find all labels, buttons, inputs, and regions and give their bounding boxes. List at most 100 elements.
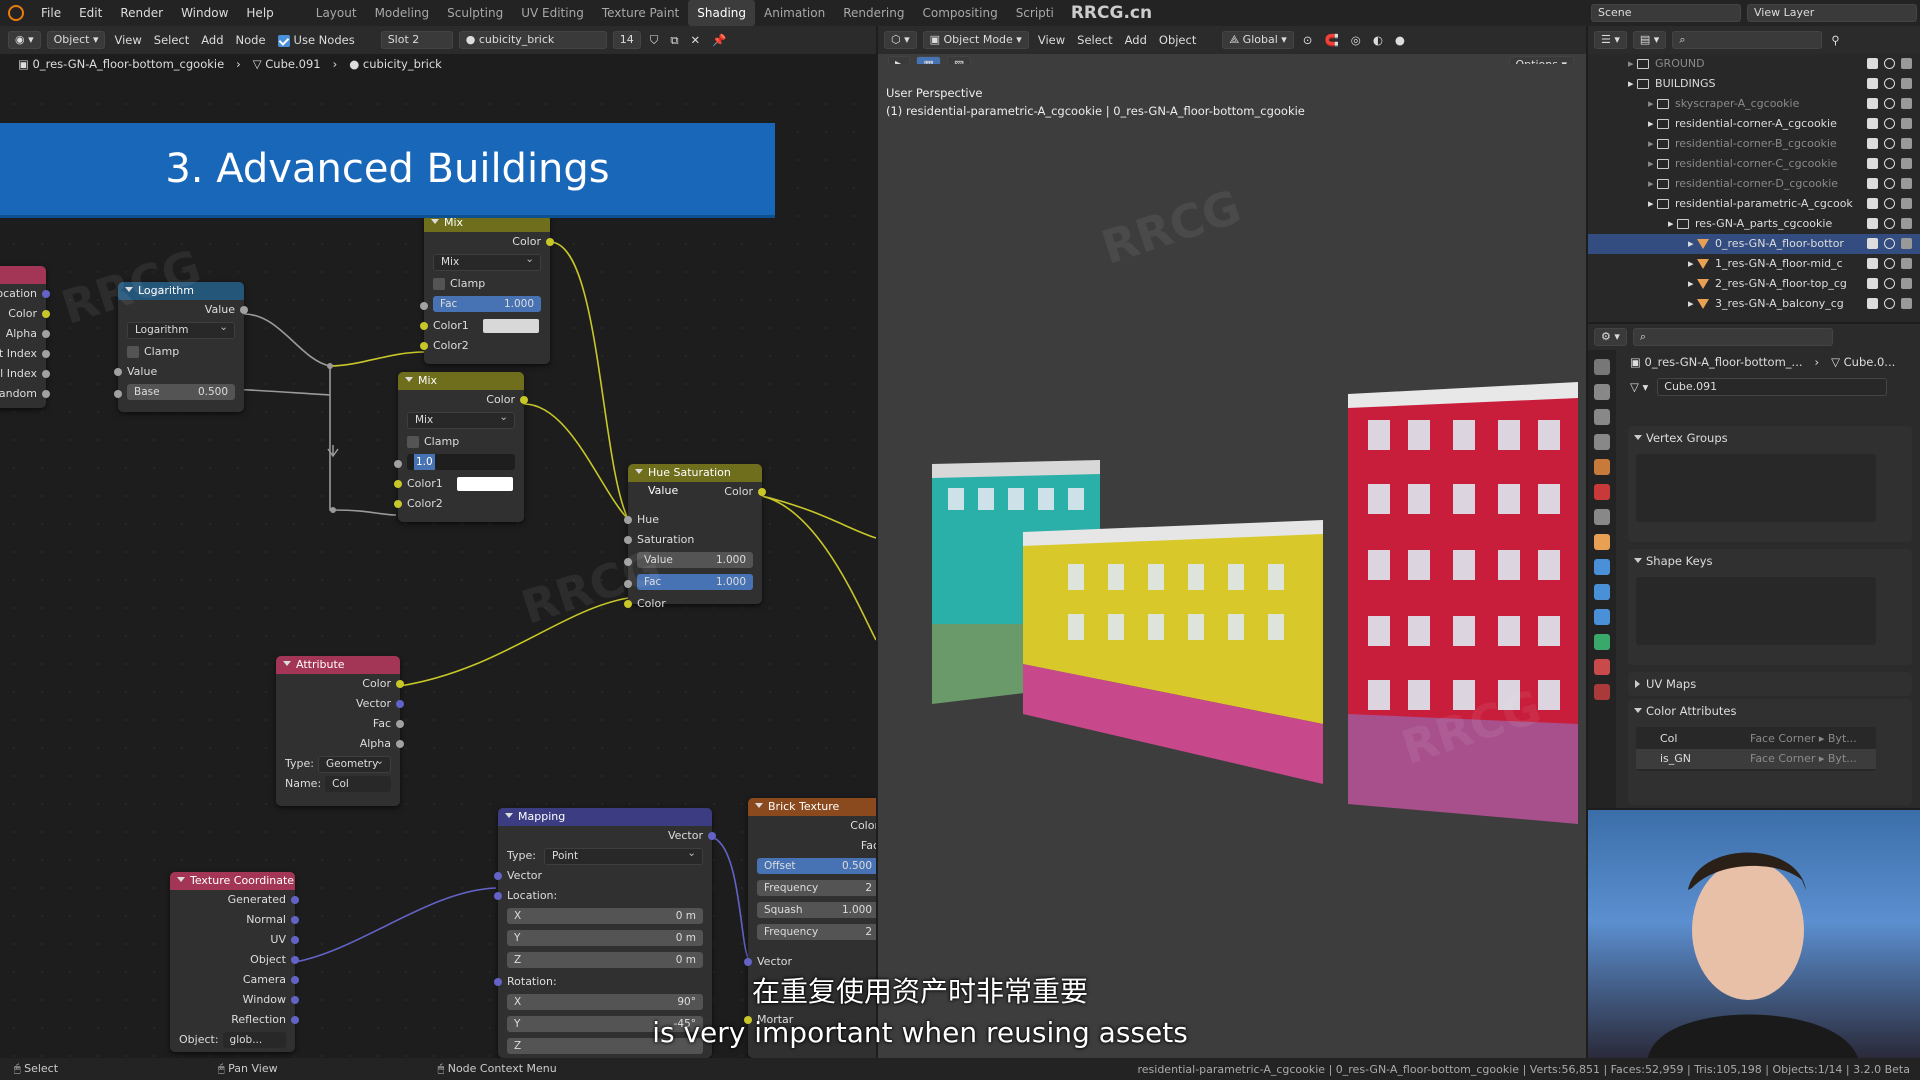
blender-logo-icon[interactable]: [8, 5, 24, 21]
pin-icon[interactable]: 📌: [706, 33, 732, 47]
outliner-row[interactable]: ▸ residential-corner-B_cgcookie: [1588, 134, 1920, 154]
menu-window[interactable]: Window: [172, 0, 237, 26]
hsv-value-field[interactable]: Value 1.000: [637, 552, 753, 568]
editor-type-button[interactable]: ◉ ▾: [8, 31, 41, 49]
transform-orientation-select[interactable]: ⟁ Global ▾: [1222, 31, 1294, 49]
camera-icon[interactable]: [1901, 198, 1912, 209]
mix2-color1-swatch[interactable]: [456, 477, 513, 491]
hsv-node-title[interactable]: Hue Saturation Value: [628, 464, 762, 497]
tab-compositing[interactable]: Compositing: [913, 0, 1006, 26]
proportional-edit-icon[interactable]: ◎: [1345, 33, 1367, 47]
camera-icon[interactable]: [1901, 238, 1912, 249]
slot-select[interactable]: Slot 2: [380, 31, 453, 49]
camera-icon[interactable]: [1901, 158, 1912, 169]
expand-arrow-icon[interactable]: ▸: [1628, 57, 1637, 70]
eye-icon[interactable]: [1884, 258, 1895, 269]
partial-object-info-node[interactable]: Location Color Alpha ct Index al Index R…: [0, 266, 50, 408]
expand-arrow-icon[interactable]: ▸: [1648, 97, 1657, 110]
outliner-editor-type-button[interactable]: ☰ ▾: [1594, 31, 1627, 49]
view-layer-selector[interactable]: View Layer: [1747, 4, 1917, 22]
eye-icon[interactable]: [1884, 238, 1895, 249]
use-nodes-toggle[interactable]: Use Nodes: [272, 33, 361, 47]
include-checkbox-icon[interactable]: [1867, 198, 1878, 209]
expand-arrow-icon[interactable]: ▸: [1648, 117, 1657, 130]
tool-tab-icon[interactable]: [1594, 359, 1610, 375]
viewport-menu-view[interactable]: View: [1032, 33, 1071, 47]
include-checkbox-icon[interactable]: [1867, 138, 1878, 149]
mix1-blend-select[interactable]: Mix: [433, 252, 541, 271]
outliner-row[interactable]: ▸ skyscraper-A_cgcookie: [1588, 94, 1920, 114]
node-editor-canvas[interactable]: Location Color Alpha ct Index al Index R…: [0, 90, 876, 1058]
mix1-fac-field[interactable]: Fac 1.000: [433, 296, 541, 312]
node-menu-node[interactable]: Node: [230, 33, 272, 47]
include-checkbox-icon[interactable]: [1867, 118, 1878, 129]
material-select[interactable]: ● cubicity_brick: [458, 31, 607, 49]
viewport-menu-select[interactable]: Select: [1071, 33, 1118, 47]
outliner-row[interactable]: ▸ 0_res-GN-A_floor-bottor: [1588, 234, 1920, 254]
clamp-checkbox[interactable]: Clamp: [118, 342, 244, 362]
world-tab-icon[interactable]: [1594, 484, 1610, 500]
eye-icon[interactable]: [1884, 138, 1895, 149]
camera-icon[interactable]: [1901, 98, 1912, 109]
outliner-search-input[interactable]: ⌕: [1672, 31, 1823, 49]
outliner-row[interactable]: ▸ BUILDINGS: [1588, 74, 1920, 94]
collection-tab-icon[interactable]: [1594, 509, 1610, 525]
expand-arrow-icon[interactable]: ▸: [1648, 137, 1657, 150]
shading-solid-icon[interactable]: ●: [1389, 33, 1411, 47]
include-checkbox-icon[interactable]: [1867, 278, 1878, 289]
mix1-clamp-checkbox[interactable]: Clamp: [424, 274, 550, 294]
vertex-groups-header[interactable]: Vertex Groups: [1628, 426, 1912, 450]
include-checkbox-icon[interactable]: [1867, 218, 1878, 229]
unlink-material-icon[interactable]: ✕: [685, 33, 707, 47]
tab-animation[interactable]: Animation: [755, 0, 834, 26]
location-x-field[interactable]: X0 m: [507, 908, 703, 924]
menu-help[interactable]: Help: [237, 0, 282, 26]
properties-search-input[interactable]: ⌕: [1632, 328, 1833, 346]
snap-icon[interactable]: 🧲: [1318, 33, 1344, 47]
attribute-name-field[interactable]: Col: [325, 776, 391, 792]
tab-modeling[interactable]: Modeling: [366, 0, 439, 26]
attribute-node-title[interactable]: Attribute: [276, 656, 400, 674]
texture-tab-icon[interactable]: [1594, 684, 1610, 700]
camera-icon[interactable]: [1901, 178, 1912, 189]
properties-editor-type-button[interactable]: ⚙ ▾: [1594, 328, 1627, 346]
tab-layout[interactable]: Layout: [307, 0, 366, 26]
pivot-icon[interactable]: ⊙: [1297, 33, 1319, 47]
include-checkbox-icon[interactable]: [1867, 98, 1878, 109]
texcoord-object-field[interactable]: glob...: [222, 1032, 286, 1048]
menu-file[interactable]: File: [32, 0, 70, 26]
include-checkbox-icon[interactable]: [1867, 158, 1878, 169]
brick-node-title[interactable]: Brick Texture: [748, 798, 876, 816]
math-operation-select[interactable]: Logarithm: [127, 320, 235, 339]
camera-icon[interactable]: [1901, 278, 1912, 289]
node-menu-select[interactable]: Select: [148, 33, 195, 47]
attribute-type-select[interactable]: Geometry: [317, 754, 391, 773]
shape-keys-list[interactable]: [1636, 577, 1876, 645]
outliner-row[interactable]: ▸ 3_res-GN-A_balcony_cg: [1588, 294, 1920, 314]
eye-icon[interactable]: [1884, 278, 1895, 289]
mesh-name-field[interactable]: Cube.091: [1657, 378, 1888, 396]
eye-icon[interactable]: [1884, 218, 1895, 229]
breadcrumb-material[interactable]: ● cubicity_brick: [343, 57, 448, 71]
uv-maps-header[interactable]: UV Maps: [1628, 672, 1912, 696]
eye-icon[interactable]: [1884, 158, 1895, 169]
outliner-row[interactable]: ▸ res-GN-A_parts_cgcookie: [1588, 214, 1920, 234]
texcoord-node-title[interactable]: Texture Coordinate: [170, 872, 295, 890]
tab-scripting[interactable]: Scripti: [1007, 0, 1063, 26]
camera-icon[interactable]: [1901, 118, 1912, 129]
mapping-node-title[interactable]: Mapping: [498, 808, 712, 826]
eye-icon[interactable]: [1884, 78, 1895, 89]
eye-icon[interactable]: [1884, 298, 1895, 309]
include-checkbox-icon[interactable]: [1867, 78, 1878, 89]
material-users-count[interactable]: 14: [612, 31, 641, 49]
outliner-row[interactable]: ▸ residential-parametric-A_cgcook: [1588, 194, 1920, 214]
expand-arrow-icon[interactable]: ▸: [1688, 257, 1697, 270]
expand-arrow-icon[interactable]: ▸: [1668, 217, 1677, 230]
node-menu-add[interactable]: Add: [195, 33, 229, 47]
camera-icon[interactable]: [1901, 58, 1912, 69]
tab-texture-paint[interactable]: Texture Paint: [593, 0, 688, 26]
output-tab-icon[interactable]: [1594, 409, 1610, 425]
include-checkbox-icon[interactable]: [1867, 58, 1878, 69]
scene-tab-icon[interactable]: [1594, 459, 1610, 475]
display-mode-button[interactable]: ▤ ▾: [1632, 31, 1667, 49]
